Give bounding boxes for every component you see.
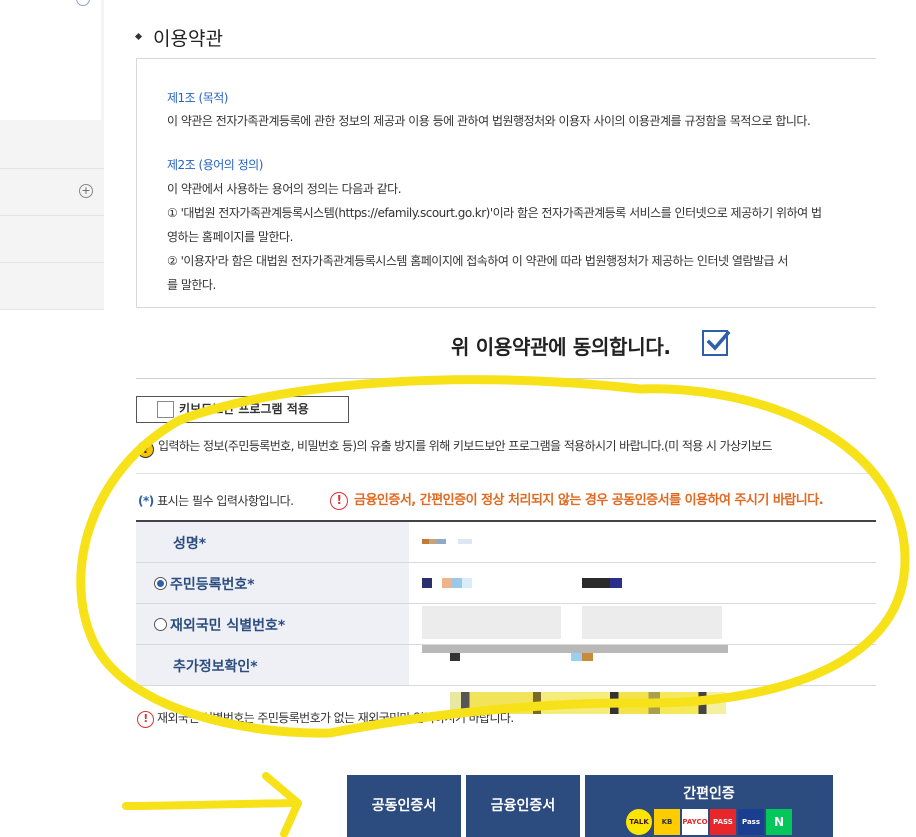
naver-icon: N: [766, 809, 792, 835]
masked-value: [458, 539, 472, 544]
annotation-arrow: [122, 799, 300, 810]
masked-value: [422, 645, 728, 653]
sidebar-content-panel: [0, 0, 101, 120]
sidebar-item[interactable]: [0, 264, 104, 310]
easy-auth-providers: TALK KB PAYCO PASS Pass N: [585, 809, 833, 835]
keyboard-notice: ? 입력하는 정보(주민등록번호, 비밀번호 등)의 유출 방지를 위해 키보드보…: [137, 437, 876, 458]
masked-value: [422, 578, 472, 588]
agree-checkbox[interactable]: [702, 330, 731, 356]
question-icon: ?: [137, 441, 154, 458]
section-title: 이용약관: [134, 24, 223, 51]
payco-icon: PAYCO: [682, 809, 708, 835]
article-2-line: 영하는 홈페이지를 말한다.: [167, 230, 293, 244]
article-2-line: ② '이용자'라 함은 대법원 전자가족관계등록시스템 홈페이지에 접속하여 이…: [167, 254, 788, 268]
article-2-title: 제2조 (용어의 정의): [167, 158, 263, 172]
agree-label: 위 이용약관에 동의합니다.: [451, 335, 671, 359]
sidebar-item[interactable]: [0, 217, 104, 263]
divider: [136, 473, 876, 474]
rrn-label[interactable]: 주민등록번호*: [136, 563, 409, 603]
identity-form: 성명* 주민등록번호* 재외국민 식별번호* 추가정보확인*: [136, 520, 876, 686]
extra-field[interactable]: [409, 645, 876, 685]
bullet-icon: [134, 32, 143, 41]
rrn-radio[interactable]: [154, 577, 167, 590]
form-row-extra: 추가정보확인*: [136, 645, 876, 686]
kakao-talk-icon: TALK: [626, 809, 652, 835]
easy-auth-label: 간편인증: [683, 786, 735, 802]
keyboard-security-toggle[interactable]: 키보드보안 프로그램 적용: [136, 396, 349, 423]
divider: [136, 378, 876, 379]
form-row-foreign: 재외국민 식별번호*: [136, 604, 876, 645]
article-2-line: 를 말한다.: [167, 278, 216, 292]
kb-icon: KB: [654, 809, 680, 835]
foreign-notice: ! 재외국민 식별번호는 주민등록번호가 없는 재외국민만 입력하시기 바랍니다.: [137, 709, 514, 728]
masked-value: [571, 653, 593, 661]
plus-circle-icon[interactable]: +: [79, 184, 93, 198]
rrn-field[interactable]: [409, 563, 876, 603]
required-note: (*) 표시는 필수 입력사항입니다.: [138, 494, 294, 508]
form-row-name: 성명*: [136, 522, 876, 563]
foreign-id-input-1[interactable]: [422, 606, 561, 639]
check-icon: [706, 330, 731, 351]
foreign-id-input-2[interactable]: [582, 606, 722, 639]
extra-label: 추가정보확인*: [136, 645, 409, 685]
keyboard-security-checkbox[interactable]: [157, 401, 174, 418]
joint-certificate-button[interactable]: 공동인증서: [347, 775, 461, 837]
sidebar-item[interactable]: [0, 123, 104, 169]
easy-auth-button[interactable]: 간편인증 TALK KB PAYCO PASS Pass N: [585, 775, 833, 837]
form-row-rrn: 주민등록번호*: [136, 563, 876, 604]
article-2-line: 이 약관에서 사용하는 용어의 정의는 다음과 같다.: [167, 182, 402, 196]
exclamation-icon: !: [137, 711, 154, 728]
foreign-label[interactable]: 재외국민 식별번호*: [136, 604, 409, 644]
terms-box[interactable]: 제1조 (목적) 이 약관은 전자가족관계등록에 관한 정보의 제공과 이용 등…: [136, 58, 876, 308]
article-1-title: 제1조 (목적): [167, 91, 228, 105]
name-field[interactable]: [409, 522, 876, 562]
financial-certificate-button[interactable]: 금융인증서: [466, 775, 580, 837]
masked-value: [450, 653, 460, 661]
left-sidebar: +: [0, 0, 104, 310]
annotation-arrow-head: [262, 772, 302, 837]
warning-message: ! 금융인증서, 간편인증이 정상 처리되지 않는 경우 공동인증서를 이용하여 …: [330, 489, 876, 510]
foreign-radio[interactable]: [154, 618, 167, 631]
samsung-pass-icon: Pass: [738, 809, 764, 835]
exclamation-icon: !: [330, 492, 348, 510]
masked-value: [422, 539, 446, 544]
article-2-line: ① '대법원 전자가족관계등록시스템(https://efamily.scour…: [167, 206, 822, 220]
foreign-field[interactable]: [409, 604, 876, 644]
name-label: 성명*: [136, 522, 409, 562]
article-1-text: 이 약관은 전자가족관계등록에 관한 정보의 제공과 이용 등에 관하여 법원행…: [167, 114, 811, 128]
masked-value: [582, 578, 622, 588]
pass-icon: PASS: [710, 809, 736, 835]
